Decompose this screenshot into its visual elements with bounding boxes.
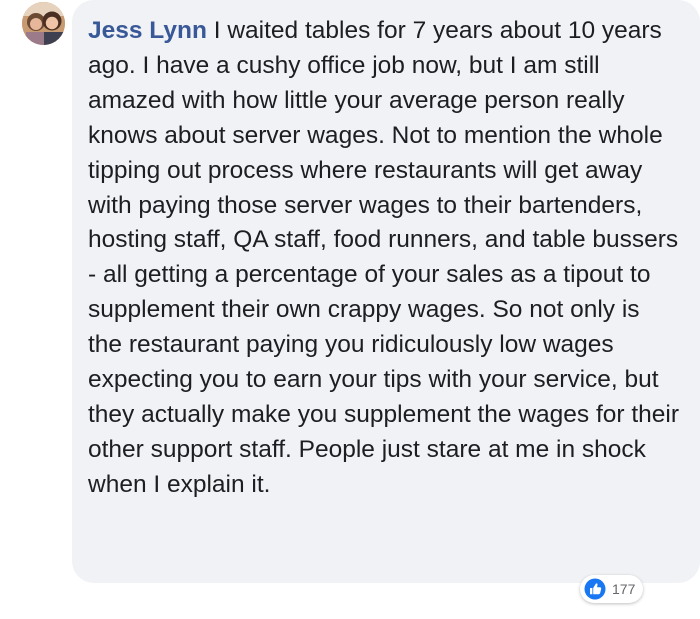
comment-author-link[interactable]: Jess Lynn [88, 17, 207, 44]
reaction-summary[interactable]: 177 [580, 575, 644, 603]
comment-body: I waited tables for 7 years about 10 yea… [88, 17, 680, 498]
avatar-photo-icon [22, 2, 65, 45]
comment-page: Jess Lynn I waited tables for 7 years ab… [0, 0, 700, 619]
reaction-count: 177 [612, 581, 636, 597]
comment-text: Jess Lynn I waited tables for 7 years ab… [88, 14, 680, 503]
comment-bubble: Jess Lynn I waited tables for 7 years ab… [72, 0, 700, 583]
avatar[interactable] [22, 2, 65, 45]
like-icon [584, 578, 606, 600]
